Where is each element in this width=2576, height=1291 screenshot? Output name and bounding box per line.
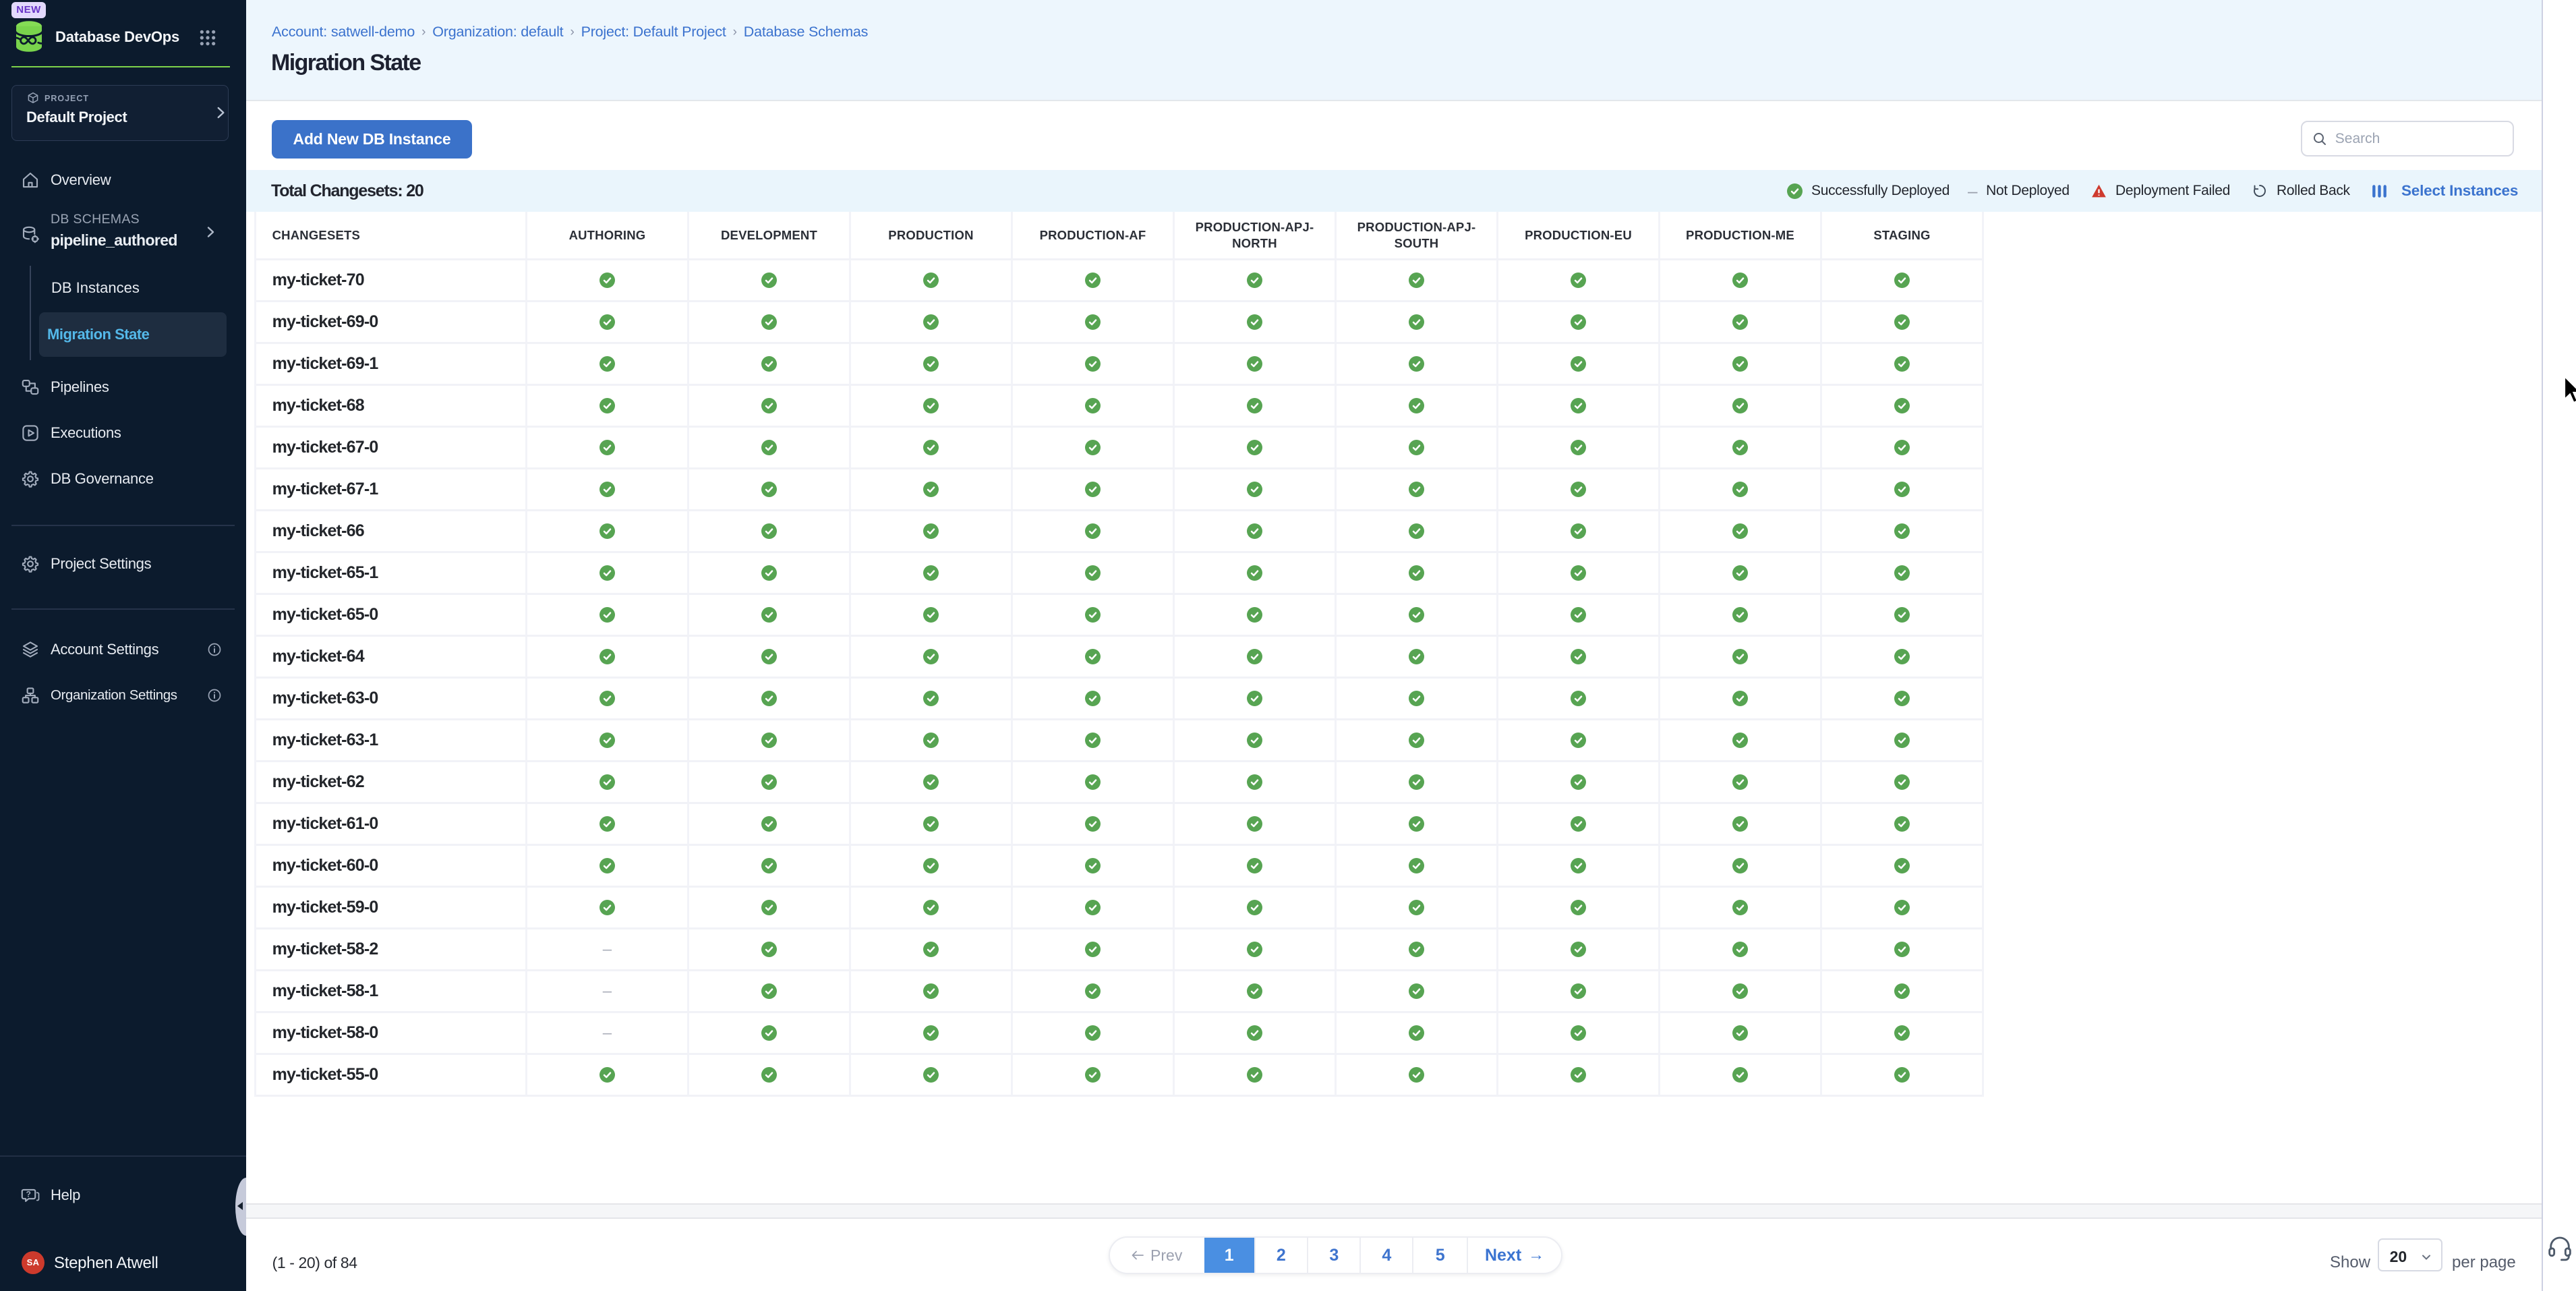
- svg-text:?: ?: [26, 1189, 31, 1199]
